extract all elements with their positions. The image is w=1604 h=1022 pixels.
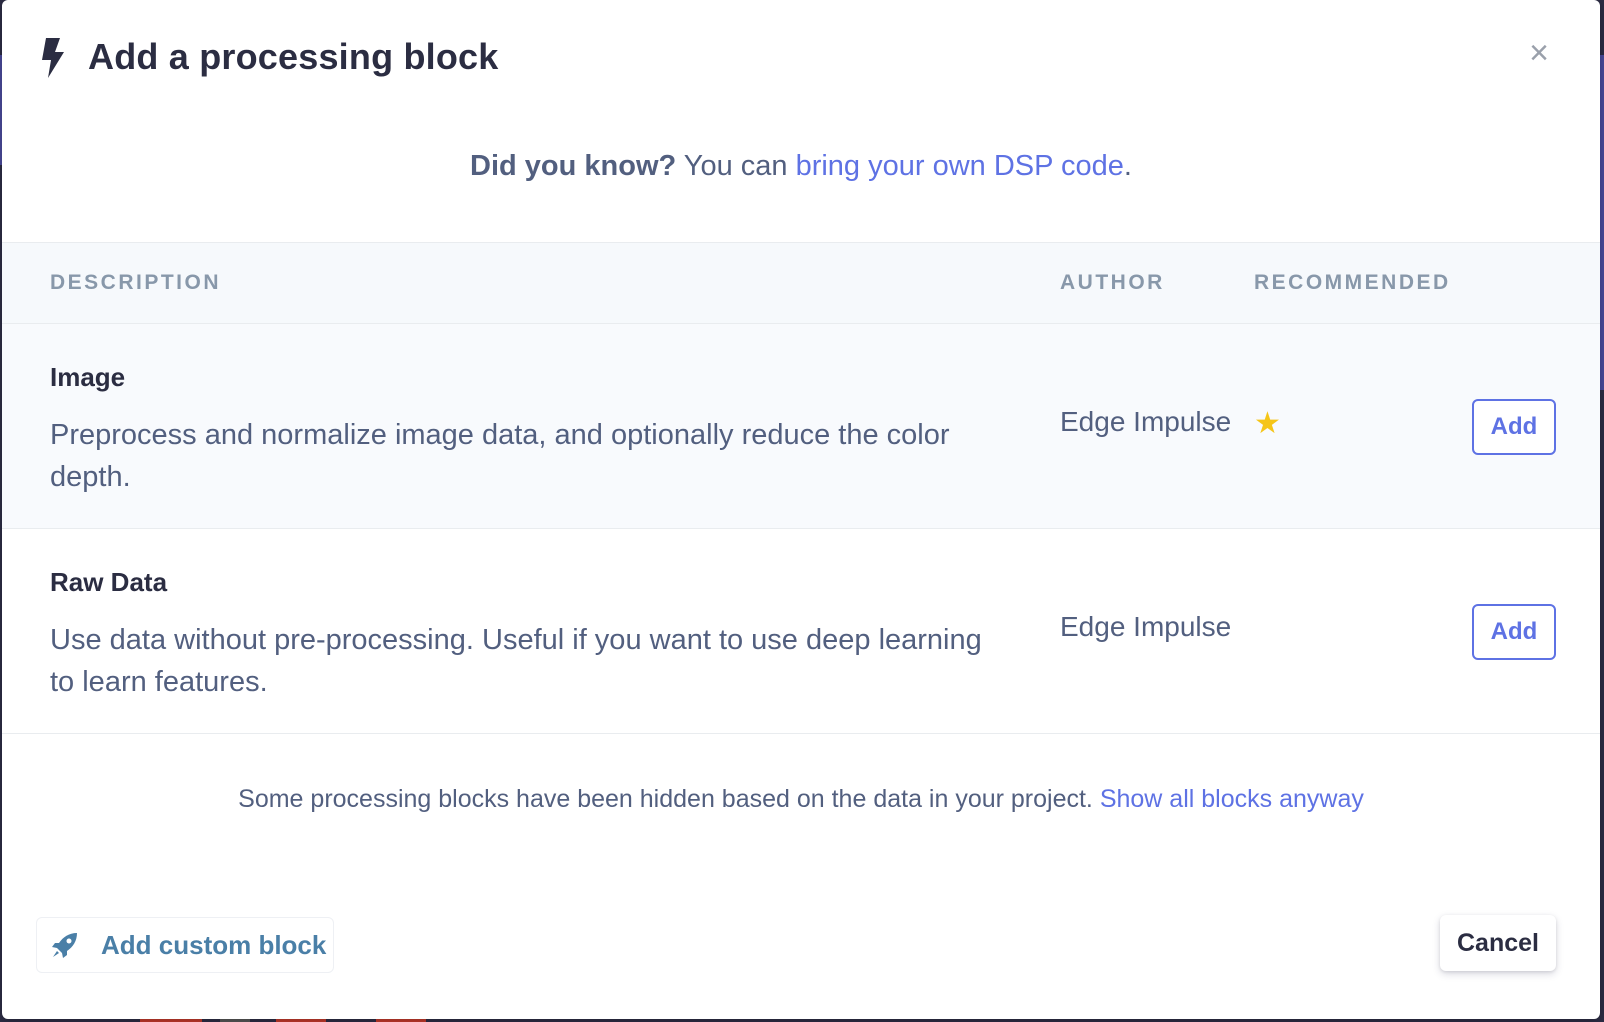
hidden-note-text: Some processing blocks have been hidden … — [238, 785, 1100, 813]
rocket-icon — [52, 933, 77, 958]
column-header-description: DESCRIPTION — [50, 271, 222, 294]
block-author: Edge Impulse — [1060, 406, 1232, 437]
table-header: DESCRIPTION AUTHOR RECOMMENDED — [2, 242, 1600, 324]
tip-end: . — [1123, 150, 1132, 182]
show-all-blocks-link[interactable]: Show all blocks anyway — [1100, 785, 1364, 813]
did-you-know-tip: Did you know? You can bring your own DSP… — [2, 150, 1600, 183]
star-icon: ★ — [1254, 407, 1281, 440]
block-name: Raw Data — [50, 567, 168, 597]
add-custom-block-button[interactable]: Add custom block — [36, 917, 334, 973]
processing-blocks-table: DESCRIPTION AUTHOR RECOMMENDED Image Pre… — [2, 242, 1600, 734]
add-processing-block-modal: Add a processing block × Did you know? Y… — [2, 0, 1600, 1019]
add-raw-data-block-button[interactable]: Add — [1472, 604, 1556, 660]
block-description: Use data without pre-processing. Useful … — [50, 624, 982, 698]
block-description: Preprocess and normalize image data, and… — [50, 419, 950, 493]
add-image-block-button[interactable]: Add — [1472, 399, 1556, 455]
modal-header: Add a processing block × — [2, 0, 1600, 120]
table-row: Image Preprocess and normalize image dat… — [2, 324, 1600, 529]
tip-text: You can — [676, 150, 796, 182]
column-header-recommended: RECOMMENDED — [1254, 271, 1451, 294]
add-custom-block-label: Add custom block — [101, 930, 327, 960]
block-name: Image — [50, 362, 126, 392]
modal-title: Add a processing block — [88, 36, 499, 77]
hidden-blocks-note: Some processing blocks have been hidden … — [2, 785, 1600, 814]
bolt-icon — [42, 38, 64, 78]
cancel-button[interactable]: Cancel — [1440, 915, 1556, 971]
close-icon[interactable]: × — [1524, 36, 1554, 70]
table-row: Raw Data Use data without pre-processing… — [2, 529, 1600, 734]
block-author: Edge Impulse — [1060, 611, 1232, 642]
bring-own-dsp-link[interactable]: bring your own DSP code — [796, 150, 1124, 182]
column-header-author: AUTHOR — [1060, 271, 1165, 294]
tip-bold: Did you know? — [470, 150, 677, 182]
